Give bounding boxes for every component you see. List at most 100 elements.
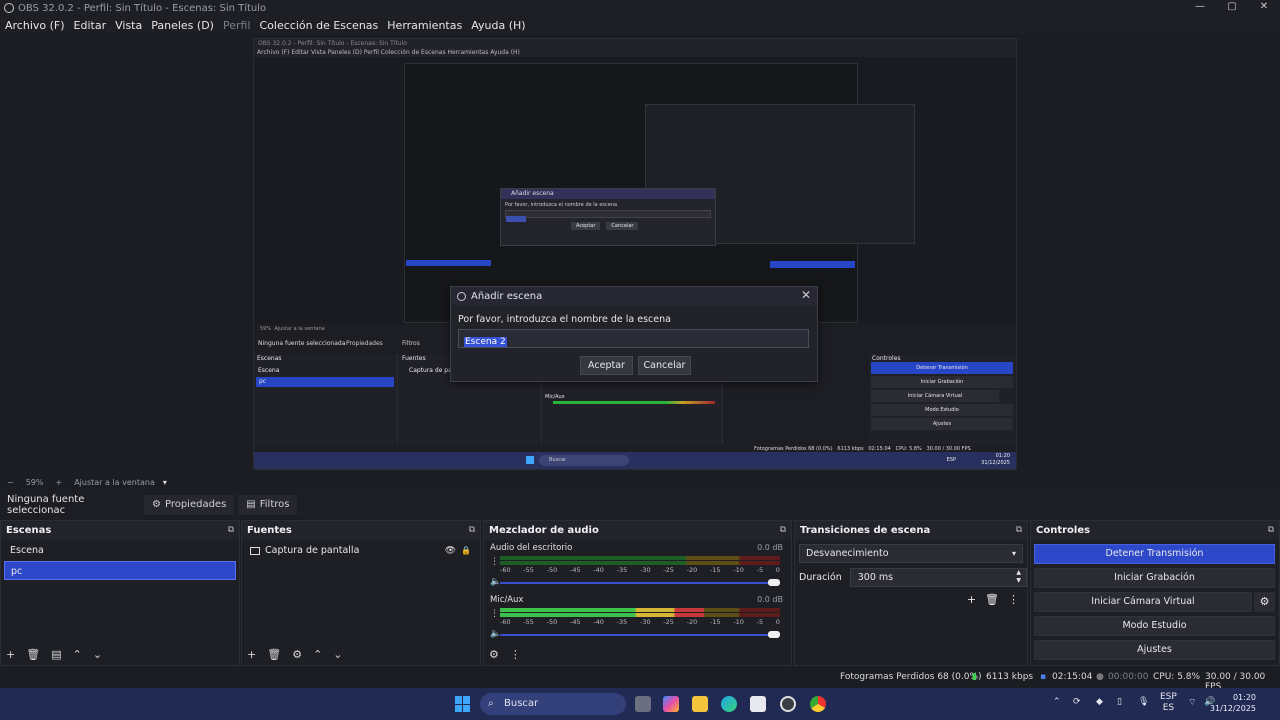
taskbar-clock[interactable]: 01:20 31/12/2025	[1210, 692, 1256, 714]
nested-start-icon	[526, 456, 534, 464]
file-explorer-icon[interactable]	[692, 696, 708, 712]
volume-slider-handle[interactable]	[768, 579, 780, 586]
undock-icon[interactable]: ⧉	[469, 521, 475, 540]
task-view-icon[interactable]	[635, 696, 651, 712]
undock-icon[interactable]: ⧉	[1268, 521, 1274, 540]
volume-slider[interactable]	[500, 582, 780, 584]
tick: 0	[775, 566, 780, 574]
nested-mic: Mic/Aux	[545, 394, 565, 400]
kebab-menu-icon[interactable]: ⋮	[490, 557, 499, 567]
scene-name-value[interactable]: Escena 2	[464, 337, 507, 347]
status-bar: Fotogramas Perdidos 68 (0.0%) ▮ 6113 kbp…	[0, 668, 1280, 692]
windows-start-icon[interactable]	[455, 696, 471, 712]
move-down-icon[interactable]: ⌄	[93, 648, 102, 661]
add-scene-dialog: Añadir escena ✕ Por favor, introduzca el…	[450, 286, 818, 382]
add-icon[interactable]: +	[247, 648, 256, 661]
menu-editar[interactable]: Editar	[74, 19, 107, 32]
copilot-icon[interactable]	[663, 696, 679, 712]
microphone-icon[interactable]: 🎙	[1138, 697, 1149, 707]
maximize-button[interactable]: ▢	[1216, 0, 1248, 16]
tick: -15	[709, 566, 721, 574]
gear-icon[interactable]: ⚙	[292, 648, 302, 661]
app-tray-icon[interactable]: ◆	[1096, 697, 1103, 707]
cpu-usage: CPU: 5.8%	[1153, 672, 1201, 682]
volume-slider[interactable]	[500, 634, 780, 636]
nested-scene-blue	[406, 260, 491, 266]
duration-spinbox[interactable]: 300 ms ▲ ▼	[849, 568, 1027, 587]
minimize-button[interactable]: —	[1184, 0, 1216, 16]
zoom-fit-select[interactable]: Ajustar a la ventana	[74, 478, 155, 487]
start-recording-button[interactable]: Iniciar Grabación	[1034, 568, 1275, 588]
menu-coleccion[interactable]: Colección de Escenas	[260, 19, 379, 32]
properties-button[interactable]: ⚙ Propiedades	[144, 494, 235, 515]
sync-icon[interactable]: ⟳	[1073, 697, 1081, 707]
chevron-up-icon[interactable]: ⌃	[1053, 697, 1061, 707]
lock-icon[interactable]: 🔒	[461, 546, 471, 555]
accept-button[interactable]: Aceptar	[580, 356, 633, 375]
chevron-down-icon: ▾	[1011, 549, 1016, 558]
kebab-menu-icon[interactable]: ⋮	[510, 648, 521, 661]
scene-item-pc[interactable]: pc	[4, 561, 236, 580]
menu-archivo[interactable]: Archivo (F)	[5, 19, 65, 32]
advanced-audio-icon[interactable]: ⚙	[489, 648, 499, 661]
nested-dialog-title: Añadir escena	[501, 189, 715, 199]
undock-icon[interactable]: ⧉	[228, 521, 234, 540]
trash-icon[interactable]: 🗑	[267, 648, 281, 661]
channel-db: 0.0 dB	[757, 595, 783, 604]
wifi-icon[interactable]: ⌔	[1188, 697, 1196, 708]
tick: -5	[756, 618, 764, 626]
filters-button[interactable]: ▤ Filtros	[238, 494, 298, 515]
menu-ayuda[interactable]: Ayuda (H)	[471, 19, 525, 32]
taskbar-search[interactable]: ⌕ Buscar	[480, 693, 626, 715]
settings-button[interactable]: Ajustes	[1034, 640, 1275, 660]
chrome-icon[interactable]	[810, 696, 826, 712]
edge-icon[interactable]	[721, 696, 737, 712]
start-virtual-camera-button[interactable]: Iniciar Cámara Virtual	[1034, 592, 1252, 612]
dialog-header: Añadir escena ✕	[451, 287, 817, 305]
stop-streaming-button[interactable]: Detener Transmisión	[1034, 544, 1275, 564]
undock-icon[interactable]: ⧉	[1016, 521, 1022, 540]
chevron-down-icon[interactable]: ▾	[163, 478, 167, 487]
source-item[interactable]: Captura de pantalla 👁 🔒	[242, 541, 480, 560]
move-down-icon[interactable]: ⌄	[333, 648, 342, 661]
menu-perfil[interactable]: Perfil	[223, 19, 251, 32]
transition-select[interactable]: Desvanecimiento ▾	[799, 544, 1023, 563]
channel-db: 0.0 dB	[757, 543, 783, 552]
studio-mode-button[interactable]: Modo Estudio	[1034, 616, 1275, 636]
transitions-dock: Transiciones de escena ⧉ Desvanecimiento ▾…	[794, 520, 1028, 666]
kebab-menu-icon[interactable]: ⋮	[1008, 593, 1019, 606]
menu-vista[interactable]: Vista	[115, 19, 142, 32]
menu-paneles[interactable]: Paneles (D)	[151, 19, 214, 32]
scene-item-escena[interactable]: Escena	[4, 541, 236, 560]
zoom-out-button[interactable]: −	[7, 478, 14, 487]
trash-icon[interactable]: 🗑	[26, 648, 40, 661]
obs-taskbar-icon[interactable]	[780, 696, 796, 712]
store-icon[interactable]	[750, 696, 766, 712]
add-icon[interactable]: +	[6, 648, 15, 661]
menu-herramientas[interactable]: Herramientas	[387, 19, 462, 32]
cancel-button[interactable]: Cancelar	[638, 356, 691, 375]
preview-canvas[interactable]: OBS 32.0.2 - Perfil: Sin Título - Escena…	[253, 38, 1017, 470]
zoom-in-button[interactable]: +	[55, 478, 62, 487]
virtual-camera-row: Iniciar Cámara Virtual ⚙	[1031, 588, 1279, 612]
nested-ctl-vcam: Iniciar Cámara Virtual	[871, 390, 999, 402]
visibility-eye-icon[interactable]: 👁	[445, 546, 456, 556]
scene-name-input[interactable]: Escena 2	[458, 329, 809, 348]
volume-slider-handle[interactable]	[768, 631, 780, 638]
move-up-icon[interactable]: ⌃	[73, 648, 82, 661]
stepper-icon[interactable]: ▲ ▼	[1016, 569, 1021, 585]
close-window-button[interactable]: ✕	[1248, 0, 1280, 16]
nested-dialog: Añadir escena Por favor, introduzca el n…	[500, 188, 716, 246]
dialog-close-icon[interactable]: ✕	[801, 288, 811, 302]
filter-icon[interactable]: ▤	[51, 648, 61, 661]
usb-icon[interactable]: ▯	[1117, 697, 1122, 707]
language-indicator[interactable]: ESP ES	[1160, 692, 1177, 714]
add-icon[interactable]: +	[967, 593, 976, 606]
undock-icon[interactable]: ⧉	[780, 521, 786, 540]
move-up-icon[interactable]: ⌃	[313, 648, 322, 661]
nested-ctl-rec: Iniciar Grabación	[871, 376, 1013, 388]
meter-fill	[500, 613, 705, 617]
kebab-menu-icon[interactable]: ⋮	[490, 609, 499, 619]
gear-icon[interactable]: ⚙	[1254, 592, 1275, 612]
trash-icon[interactable]: 🗑	[985, 593, 999, 606]
